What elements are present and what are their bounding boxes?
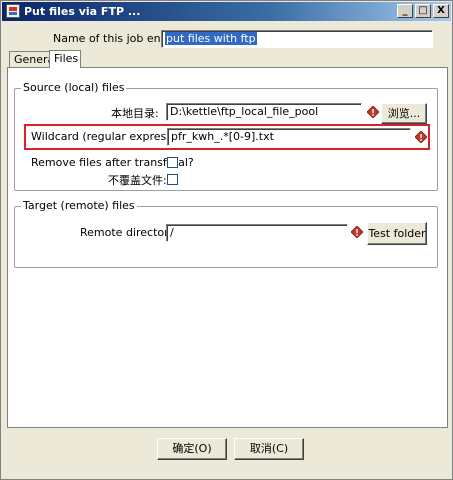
no-overwrite-checkbox[interactable] <box>167 174 178 185</box>
app-icon <box>6 4 20 18</box>
remote-dir-input[interactable]: / <box>166 224 348 242</box>
target-files-group: Target (remote) files Remote directory: … <box>14 199 438 268</box>
local-dir-input[interactable]: D:\kettle\ftp_local_file_pool <box>166 103 362 121</box>
job-entry-name-label: Name of this job entry: <box>53 32 179 45</box>
maximize-button[interactable]: □ <box>415 4 431 18</box>
cancel-button[interactable]: 取消(C) <box>234 438 304 460</box>
minimize-button[interactable]: _ <box>397 4 413 18</box>
source-files-group: Source (local) files 本地目录: D:\kettle\ftp… <box>14 81 438 191</box>
source-group-title: Source (local) files <box>21 81 127 94</box>
target-group-title: Target (remote) files <box>21 199 137 212</box>
tab-general[interactable]: General <box>9 51 57 67</box>
variable-diamond-icon[interactable] <box>351 226 363 238</box>
title-bar[interactable]: Put files via FTP ... _ □ X <box>2 2 451 21</box>
window-title: Put files via FTP ... <box>24 5 141 18</box>
dialog-window: Put files via FTP ... _ □ X Name of this… <box>0 0 453 480</box>
variable-diamond-icon[interactable] <box>367 106 379 118</box>
files-tab-panel: Source (local) files 本地目录: D:\kettle\ftp… <box>7 67 448 428</box>
job-entry-name-value: put files with ftp <box>165 32 257 45</box>
variable-diamond-icon[interactable] <box>415 131 427 143</box>
remote-dir-label: Remote directory: <box>80 226 179 239</box>
browse-button[interactable]: 浏览... <box>381 103 427 124</box>
tab-container: General Files Source (local) files 本地目录:… <box>7 50 448 428</box>
local-dir-label: 本地目录: <box>111 107 159 120</box>
close-button[interactable]: X <box>433 4 449 18</box>
no-overwrite-label: 不覆盖文件: <box>108 174 167 187</box>
remove-files-checkbox[interactable] <box>167 157 178 168</box>
ok-button[interactable]: 确定(O) <box>157 438 227 460</box>
tab-files[interactable]: Files <box>49 50 81 68</box>
job-entry-name-input[interactable]: put files with ftp <box>161 30 433 48</box>
wildcard-input[interactable]: pfr_kwh_.*[0-9].txt <box>167 128 411 146</box>
test-folder-button[interactable]: Test folder <box>367 222 427 245</box>
